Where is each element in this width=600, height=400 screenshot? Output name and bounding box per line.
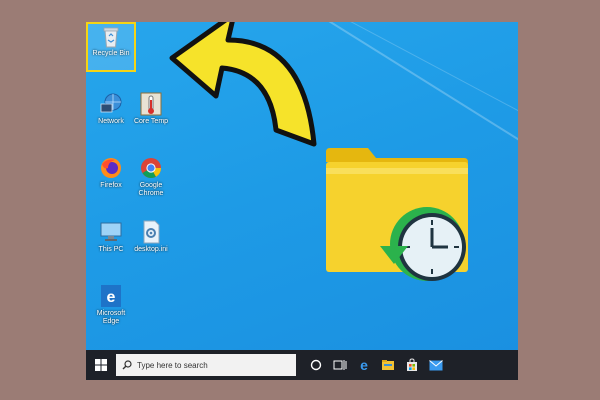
desktop-icon-label: Google Chrome (138, 182, 164, 197)
firefox-icon (98, 156, 124, 180)
store-icon (407, 358, 417, 371)
mail-button[interactable] (424, 350, 448, 380)
core-temp-icon (138, 92, 164, 116)
task-view-button[interactable] (328, 350, 352, 380)
pointer-arrow-graphic (169, 22, 317, 147)
file-explorer-button[interactable] (376, 350, 400, 380)
folder-restore-graphic (326, 148, 468, 281)
store-button[interactable] (400, 350, 424, 380)
search-icon (122, 360, 132, 370)
desktop-icon-chrome[interactable]: Google Chrome (128, 156, 174, 198)
svg-text:e: e (107, 289, 116, 306)
network-icon (98, 92, 124, 116)
desktop-icon-label: Microsoft Edge (96, 310, 126, 325)
search-placeholder: Type here to search (137, 360, 208, 370)
windows-logo-icon (95, 359, 107, 371)
desktop-icon-label: desktop.ini (134, 246, 168, 253)
svg-text:e: e (360, 358, 368, 372)
start-button[interactable] (86, 350, 116, 380)
desktop-icon-recycle-bin[interactable]: Recycle Bin (86, 22, 136, 72)
edge-icon: e (98, 284, 124, 308)
desktop-screen: Recycle Bin Network Core Temp Firefox Go… (86, 22, 518, 380)
taskbar: Type here to search e (86, 350, 518, 380)
desktop-icon-desktop-ini[interactable]: desktop.ini (128, 220, 174, 254)
taskbar-search-box[interactable]: Type here to search (116, 354, 296, 376)
settings-file-icon (138, 220, 164, 244)
desktop-icon-label: Recycle Bin (92, 50, 130, 57)
cortana-icon (310, 359, 322, 371)
cortana-button[interactable] (304, 350, 328, 380)
edge-icon: e (360, 358, 368, 372)
task-view-icon (333, 360, 347, 370)
recycle-bin-icon (98, 24, 124, 48)
desktop-icon-edge[interactable]: e Microsoft Edge (88, 284, 134, 326)
mail-icon (429, 359, 443, 370)
taskbar-edge-button[interactable]: e (352, 350, 376, 380)
file-explorer-icon (382, 360, 394, 370)
this-pc-icon (98, 220, 124, 244)
chrome-icon (138, 156, 164, 180)
